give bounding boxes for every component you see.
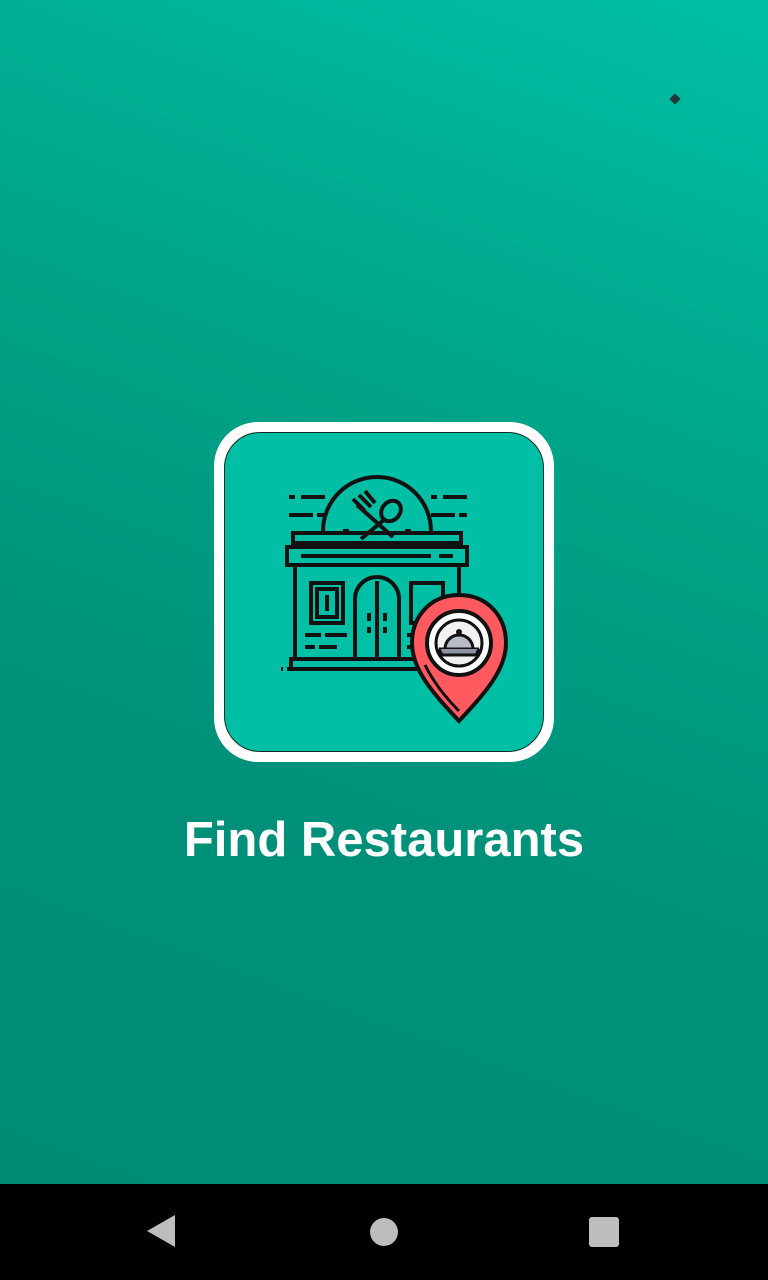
app-title: Find Restaurants bbox=[183, 813, 585, 867]
home-circle-icon bbox=[370, 1218, 398, 1246]
system-navigation-bar bbox=[0, 1184, 768, 1280]
recents-square-icon bbox=[589, 1217, 619, 1247]
app-logo bbox=[214, 422, 554, 762]
splash-background: Find Restaurants bbox=[0, 0, 768, 1184]
back-button[interactable] bbox=[132, 1202, 192, 1262]
back-triangle-icon bbox=[147, 1215, 175, 1247]
app-logo-tile bbox=[224, 432, 544, 752]
status-indicator-icon bbox=[669, 93, 681, 105]
restaurant-location-icon bbox=[281, 475, 509, 724]
recents-button[interactable] bbox=[574, 1202, 634, 1262]
home-button[interactable] bbox=[354, 1202, 414, 1262]
screen: Find Restaurants bbox=[0, 0, 768, 1280]
